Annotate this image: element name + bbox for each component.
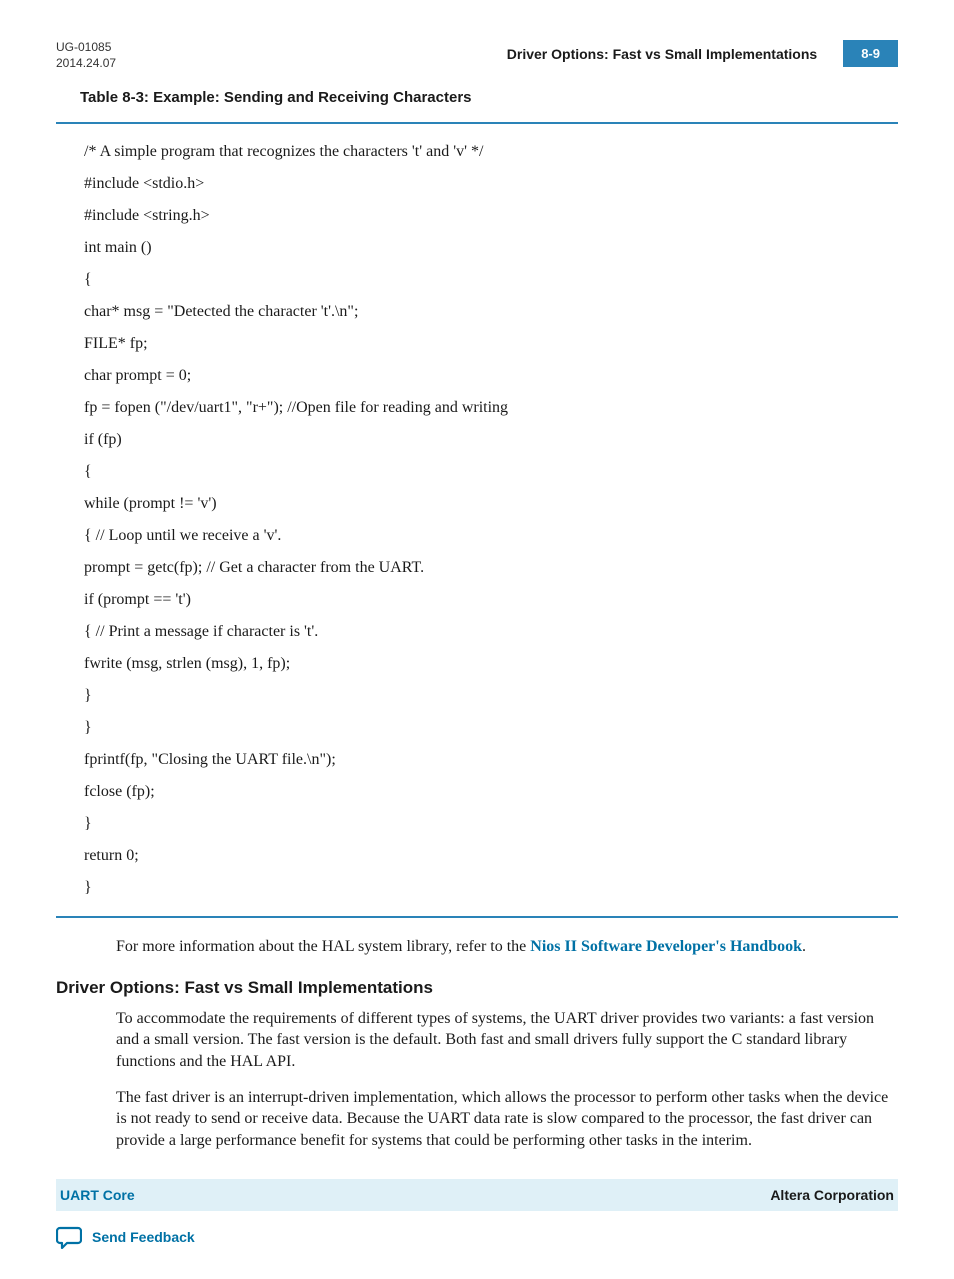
- feedback-row: Send Feedback: [56, 1225, 898, 1249]
- code-example-block: /* A simple program that recognizes the …: [56, 122, 898, 918]
- code-line: return 0;: [84, 840, 878, 872]
- code-line: fclose (fp);: [84, 776, 878, 808]
- code-line: char* msg = "Detected the character 't'.…: [84, 296, 878, 328]
- code-line: { // Print a message if character is 't'…: [84, 616, 878, 648]
- info-suffix: .: [802, 938, 806, 955]
- handbook-link[interactable]: Nios II Software Developer's Handbook: [530, 938, 802, 955]
- doc-id-block: UG-01085 2014.24.07: [56, 40, 116, 71]
- code-line: int main (): [84, 232, 878, 264]
- code-line: while (prompt != 'v'): [84, 488, 878, 520]
- page-number-badge: 8-9: [843, 40, 898, 67]
- code-line: FILE* fp;: [84, 328, 878, 360]
- doc-id: UG-01085: [56, 40, 116, 56]
- code-line: char prompt = 0;: [84, 360, 878, 392]
- code-line: fwrite (msg, strlen (msg), 1, fp);: [84, 648, 878, 680]
- code-line: }: [84, 872, 878, 904]
- code-line: {: [84, 456, 878, 488]
- section-paragraph-2: The fast driver is an interrupt-driven i…: [116, 1087, 898, 1152]
- code-line: if (prompt == 't'): [84, 584, 878, 616]
- doc-date: 2014.24.07: [56, 56, 116, 72]
- page-header: UG-01085 2014.24.07 Driver Options: Fast…: [56, 40, 898, 71]
- send-feedback-link[interactable]: Send Feedback: [92, 1229, 195, 1245]
- header-right: Driver Options: Fast vs Small Implementa…: [507, 40, 898, 67]
- footer-right-text: Altera Corporation: [770, 1187, 898, 1203]
- code-line: { // Loop until we receive a 'v'.: [84, 520, 878, 552]
- code-line: /* A simple program that recognizes the …: [84, 136, 878, 168]
- code-line: prompt = getc(fp); // Get a character fr…: [84, 552, 878, 584]
- header-section-title: Driver Options: Fast vs Small Implementa…: [507, 46, 817, 62]
- footer-left-link[interactable]: UART Core: [56, 1187, 135, 1203]
- section-heading: Driver Options: Fast vs Small Implementa…: [56, 978, 898, 998]
- code-line: }: [84, 712, 878, 744]
- code-line: if (fp): [84, 424, 878, 456]
- code-line: fprintf(fp, "Closing the UART file.\n");: [84, 744, 878, 776]
- chat-bubble-icon[interactable]: [56, 1225, 82, 1249]
- code-line: fp = fopen ("/dev/uart1", "r+"); //Open …: [84, 392, 878, 424]
- code-line: }: [84, 808, 878, 840]
- info-paragraph: For more information about the HAL syste…: [116, 936, 898, 958]
- info-prefix: For more information about the HAL syste…: [116, 938, 530, 955]
- table-caption: Table 8-3: Example: Sending and Receivin…: [80, 89, 898, 106]
- footer-bar: UART Core Altera Corporation: [56, 1179, 898, 1211]
- code-line: #include <string.h>: [84, 200, 878, 232]
- code-line: }: [84, 680, 878, 712]
- section-paragraph-1: To accommodate the requirements of diffe…: [116, 1008, 898, 1073]
- code-line: {: [84, 264, 878, 296]
- code-line: #include <stdio.h>: [84, 168, 878, 200]
